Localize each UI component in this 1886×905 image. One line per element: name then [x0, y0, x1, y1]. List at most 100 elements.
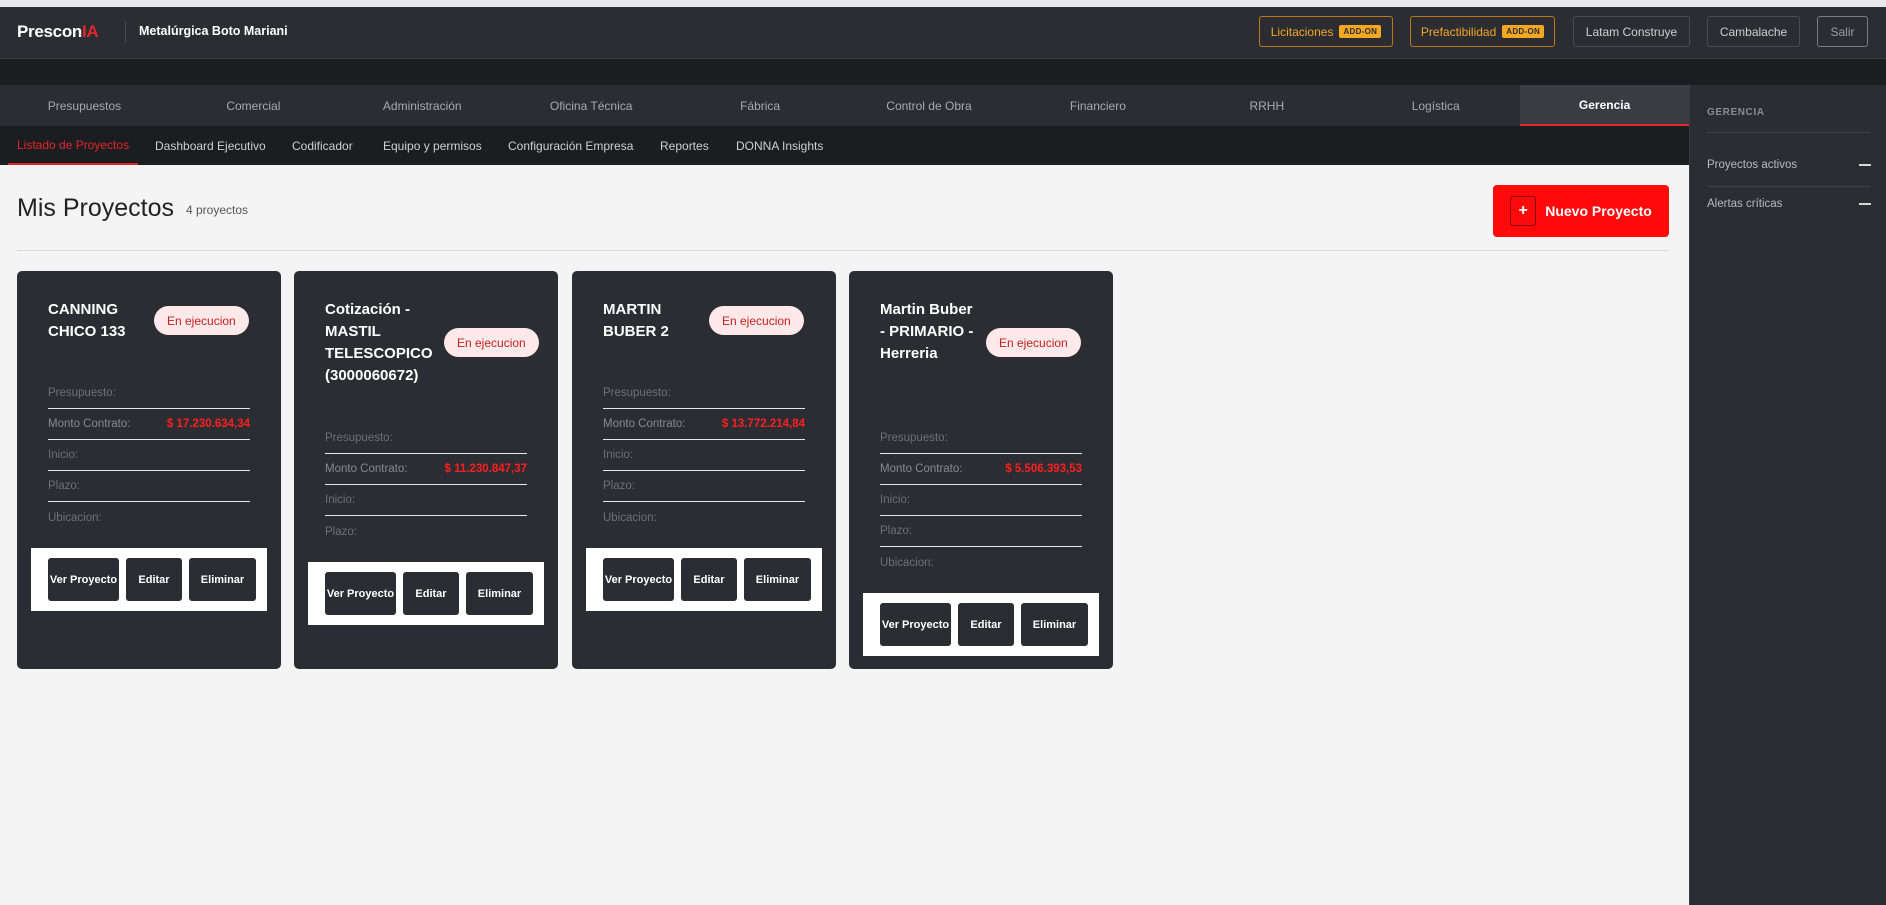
view-project-button[interactable]: Ver Proyecto [603, 558, 674, 601]
page-title: Mis Proyectos [17, 194, 174, 222]
monto-value: $ 5.506.393,53 [1005, 463, 1082, 475]
field-label: Plazo: [48, 480, 80, 492]
view-project-button[interactable]: Ver Proyecto [48, 558, 119, 601]
field-label: Monto Contrato: [48, 418, 131, 430]
view-project-button[interactable]: Ver Proyecto [880, 603, 951, 646]
nav-logistica[interactable]: Logística [1351, 85, 1520, 126]
field-label: Monto Contrato: [603, 418, 686, 430]
tab-dashboard-ejecutivo[interactable]: Dashboard Ejecutivo [155, 126, 266, 165]
field-ubicacion: Ubicacion: [603, 502, 805, 533]
field-inicio: Inicio: [880, 485, 1082, 516]
logout-button[interactable]: Salir [1817, 16, 1868, 47]
nav-comercial[interactable]: Comercial [169, 85, 338, 126]
nav-gerencia[interactable]: Gerencia [1520, 85, 1690, 126]
right-sidebar: GERENCIA Proyectos activos Alertas críti… [1689, 85, 1886, 905]
sidebar-divider [1707, 186, 1871, 187]
field-ubicacion: Ubicacion: [48, 502, 250, 533]
delete-button[interactable]: Eliminar [1021, 603, 1088, 646]
monto-value: $ 11.230.847,37 [444, 463, 528, 475]
main-nav: Presupuestos Comercial Administración Of… [0, 85, 1690, 126]
card-actions: Ver Proyecto Editar Eliminar [31, 548, 267, 611]
field-presupuesto: Presupuesto: [880, 423, 1082, 454]
logo-main: Prescon [17, 22, 82, 41]
tab-equipo-permisos[interactable]: Equipo y permisos [383, 126, 482, 165]
sidebar-item-label: Alertas críticas [1707, 198, 1783, 210]
field-monto: Monto Contrato: $ 5.506.393,53 [880, 454, 1082, 485]
prefactibilidad-button[interactable]: Prefactibilidad ADD-ON [1410, 16, 1555, 47]
field-monto: Monto Contrato: $ 13.772.214,84 [603, 409, 805, 440]
nav-control-de-obra[interactable]: Control de Obra [845, 85, 1014, 126]
cambalache-button[interactable]: Cambalache [1707, 16, 1800, 47]
delete-button[interactable]: Eliminar [189, 558, 256, 601]
project-card: Cotización - MASTIL TELESCOPICO (3000060… [294, 271, 558, 669]
project-card: Martin Buber - PRIMARIO - Herreria En ej… [849, 271, 1113, 669]
edit-button[interactable]: Editar [958, 603, 1014, 646]
edit-button[interactable]: Editar [403, 572, 459, 615]
field-presupuesto: Presupuesto: [48, 378, 250, 409]
field-presupuesto: Presupuesto: [325, 423, 527, 454]
tab-listado-proyectos[interactable]: Listado de Proyectos [8, 126, 139, 165]
status-badge: En ejecucion [709, 306, 804, 335]
collapse-icon[interactable] [1859, 203, 1871, 205]
card-actions: Ver Proyecto Editar Eliminar [863, 593, 1099, 656]
field-label: Monto Contrato: [325, 463, 408, 475]
edit-button[interactable]: Editar [126, 558, 182, 601]
addon-badge: ADD-ON [1339, 25, 1382, 38]
field-label: Inicio: [325, 494, 356, 506]
field-monto: Monto Contrato: $ 17.230.634,34 [48, 409, 250, 440]
nav-fabrica[interactable]: Fábrica [676, 85, 845, 126]
field-label: Monto Contrato: [880, 463, 963, 475]
nav-oficina-tecnica[interactable]: Oficina Técnica [507, 85, 676, 126]
collapse-icon[interactable] [1859, 164, 1871, 166]
project-title: MARTIN BUBER 2 [603, 301, 669, 340]
field-inicio: Inicio: [603, 440, 805, 471]
sidebar-item-alertas-criticas[interactable]: Alertas críticas [1707, 198, 1871, 210]
new-project-label: Nuevo Proyecto [1545, 203, 1652, 219]
field-label: Plazo: [880, 525, 912, 537]
project-title: Martin Buber - PRIMARIO - Herreria [880, 301, 974, 362]
field-label: Inicio: [603, 449, 634, 461]
monto-value: $ 17.230.634,34 [166, 418, 250, 430]
sub-nav: Listado de Proyectos Dashboard Ejecutivo… [0, 126, 1689, 165]
tab-configuracion-empresa[interactable]: Configuración Empresa [508, 126, 633, 165]
field-monto: Monto Contrato: $ 11.230.847,37 [325, 454, 527, 485]
salir-label: Salir [1830, 24, 1855, 39]
nav-administracion[interactable]: Administración [338, 85, 507, 126]
field-ubicacion: Ubicacion: [880, 547, 1082, 578]
sidebar-divider [1707, 132, 1871, 133]
cambalache-label: Cambalache [1719, 24, 1788, 39]
field-presupuesto: Presupuesto: [603, 378, 805, 409]
new-project-button[interactable]: + Nuevo Proyecto [1493, 185, 1669, 237]
latam-label: Latam Construye [1585, 24, 1678, 39]
tab-codificador[interactable]: Codificador [292, 126, 353, 165]
status-badge: En ejecucion [444, 328, 539, 357]
sidebar-title: GERENCIA [1707, 107, 1765, 118]
field-plazo: Plazo: [880, 516, 1082, 547]
nav-rrhh[interactable]: RRHH [1182, 85, 1351, 126]
sidebar-item-label: Proyectos activos [1707, 159, 1798, 171]
company-name: Metalúrgica Boto Mariani [139, 24, 288, 38]
plus-icon: + [1510, 196, 1537, 226]
delete-button[interactable]: Eliminar [466, 572, 533, 615]
tab-reportes[interactable]: Reportes [660, 126, 709, 165]
field-label: Inicio: [880, 494, 911, 506]
nav-presupuestos[interactable]: Presupuestos [0, 85, 169, 126]
licitaciones-button[interactable]: Licitaciones ADD-ON [1259, 16, 1393, 47]
sidebar-item-proyectos-activos[interactable]: Proyectos activos [1707, 159, 1871, 171]
header-strip [0, 59, 1886, 85]
field-label: Plazo: [325, 525, 357, 538]
delete-button[interactable]: Eliminar [744, 558, 811, 601]
view-project-button[interactable]: Ver Proyecto [325, 572, 396, 615]
field-plazo: Plazo: [325, 516, 527, 547]
project-title: Cotización - MASTIL TELESCOPICO (3000060… [325, 301, 433, 384]
app-logo[interactable]: PresconIA [17, 22, 99, 42]
field-label: Plazo: [603, 480, 635, 492]
latam-construye-button[interactable]: Latam Construye [1573, 16, 1690, 47]
monto-value: $ 13.772.214,84 [721, 418, 805, 430]
edit-button[interactable]: Editar [681, 558, 737, 601]
field-label: Presupuesto: [48, 387, 116, 399]
tab-donna-insights[interactable]: DONNA Insights [736, 126, 823, 165]
status-badge: En ejecucion [986, 328, 1081, 357]
logo-divider [125, 21, 126, 43]
nav-financiero[interactable]: Financiero [1013, 85, 1182, 126]
